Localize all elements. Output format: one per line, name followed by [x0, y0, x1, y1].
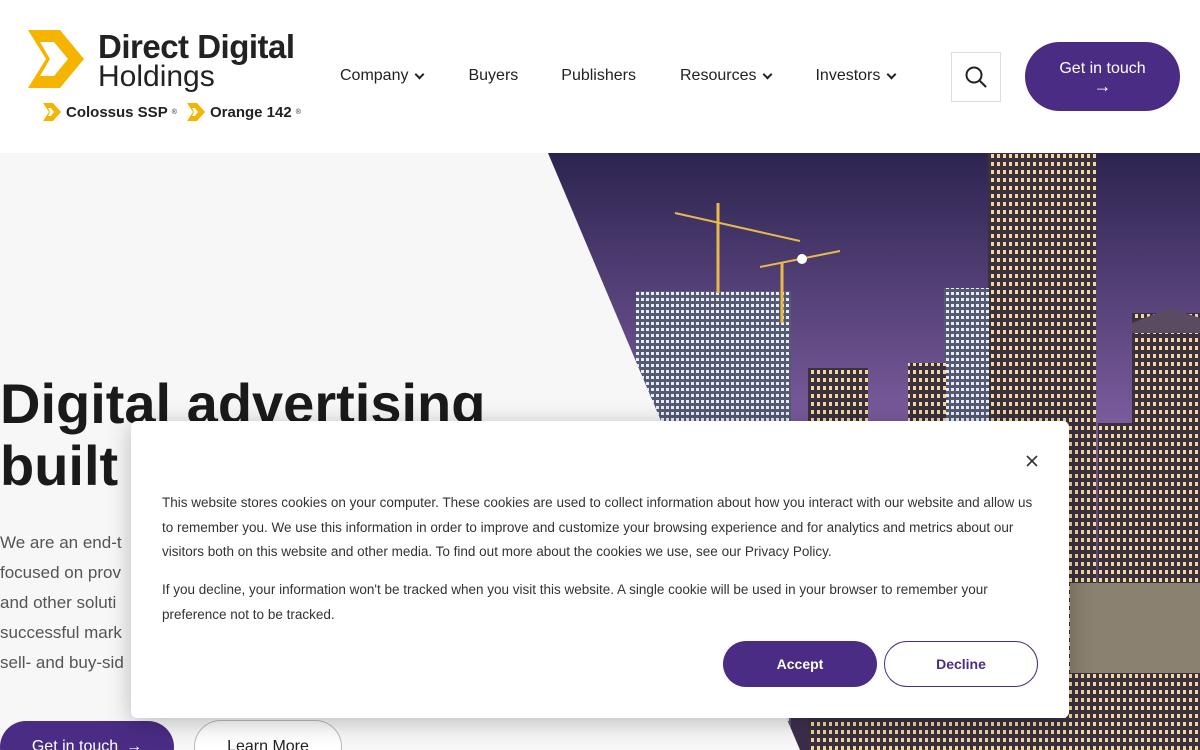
nav-company-label: Company — [340, 67, 409, 84]
nav-publishers-label: Publishers — [561, 67, 636, 84]
search-button[interactable] — [951, 52, 1001, 102]
orange142-mark-icon — [187, 103, 205, 121]
cookie-consent-dialog: This website stores cookies on your comp… — [131, 421, 1069, 718]
nav-resources[interactable]: Resources — [679, 67, 773, 85]
nav-resources-label: Resources — [679, 67, 757, 84]
arrow-right-icon: → — [126, 738, 143, 750]
nav-publishers[interactable]: Publishers — [561, 67, 636, 85]
nav-company[interactable]: Company — [340, 67, 425, 85]
nav-investors[interactable]: Investors — [815, 67, 897, 85]
nav-buyers-label: Buyers — [468, 67, 519, 84]
orange142-registered: ® — [295, 108, 301, 116]
colossus-mark-icon — [43, 103, 61, 121]
decline-cookies-button[interactable]: Decline — [884, 641, 1038, 687]
get-in-touch-label: Get in touch — [1059, 59, 1146, 77]
nav-buyers[interactable]: Buyers — [468, 67, 518, 85]
cookie-text-2: If you decline, your information won't b… — [162, 582, 988, 622]
learn-more-button[interactable]: Learn More — [194, 720, 342, 750]
hero-title-line2: built — [0, 434, 119, 497]
accept-cookies-button[interactable]: Accept — [723, 641, 877, 687]
sub-brand-colossus[interactable]: Colossus SSP ® — [42, 102, 177, 122]
colossus-label: Colossus SSP — [66, 103, 168, 121]
logo[interactable]: Direct Digital Holdings Colossus SSP ® Or… — [24, 28, 324, 128]
chevron-down-icon — [763, 69, 773, 79]
orange142-label: Orange 142 — [210, 103, 292, 121]
nav-investors-label: Investors — [815, 67, 881, 84]
close-icon — [1026, 455, 1038, 467]
colossus-registered: ® — [171, 108, 177, 116]
search-icon — [965, 66, 987, 88]
chevron-down-icon — [886, 69, 897, 79]
hero-get-in-touch-button[interactable]: Get in touch → — [0, 721, 174, 750]
sub-brand-orange142[interactable]: Orange 142 ® — [186, 102, 301, 122]
logo-mark-icon — [28, 30, 84, 88]
main-nav: Company Buyers Publishers Resources Inve… — [340, 67, 897, 85]
cookie-text-1: This website stores cookies on your comp… — [162, 495, 1033, 559]
learn-more-label: Learn More — [227, 738, 309, 750]
hero-get-in-touch-label: Get in touch — [31, 738, 119, 750]
site-header: Direct Digital Holdings Colossus SSP ® Or… — [0, 0, 1200, 153]
chevron-down-icon — [415, 69, 425, 79]
get-in-touch-button[interactable]: Get in touch → — [1025, 42, 1180, 111]
logo-subtitle: Holdings — [98, 60, 215, 93]
arrow-right-icon: → — [1093, 75, 1112, 96]
cookie-close-button[interactable] — [1021, 450, 1043, 472]
